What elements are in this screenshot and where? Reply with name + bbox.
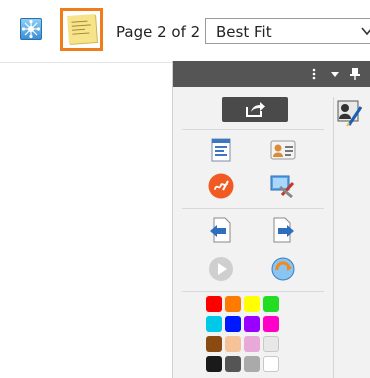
network-node-icon[interactable]	[20, 18, 42, 40]
more-vertical-icon[interactable]	[308, 67, 320, 81]
sticky-note-graphic	[67, 14, 97, 44]
divider	[182, 291, 324, 292]
page-indicator: Page 2 of 2	[116, 23, 201, 41]
sticky-note-icon[interactable]	[60, 8, 103, 51]
color-swatch[interactable]	[263, 356, 279, 372]
signer-icon[interactable]	[336, 99, 364, 127]
refresh-icon[interactable]	[270, 256, 296, 282]
dropdown-arrow-icon[interactable]	[329, 67, 341, 81]
share-export-icon	[246, 102, 265, 117]
color-swatch[interactable]	[244, 316, 260, 332]
color-swatch[interactable]	[206, 336, 222, 352]
next-page-icon[interactable]	[270, 217, 296, 243]
pin-icon[interactable]	[349, 67, 361, 81]
tool-panel	[172, 61, 370, 378]
share-button[interactable]	[222, 97, 288, 122]
color-swatch[interactable]	[263, 316, 279, 332]
zoom-select[interactable]: Best Fit	[205, 18, 370, 44]
color-swatch[interactable]	[206, 316, 222, 332]
signature-icon[interactable]	[208, 173, 234, 199]
color-swatch[interactable]	[206, 296, 222, 312]
color-swatch[interactable]	[206, 356, 222, 372]
color-swatch[interactable]	[225, 296, 241, 312]
color-swatch[interactable]	[244, 356, 260, 372]
divider	[182, 129, 324, 130]
color-swatch[interactable]	[263, 296, 279, 312]
chevron-down-icon	[361, 27, 370, 36]
column-divider	[333, 97, 334, 378]
contact-card-icon[interactable]	[270, 137, 296, 163]
color-swatch[interactable]	[263, 336, 279, 352]
color-swatch[interactable]	[244, 296, 260, 312]
color-swatch[interactable]	[225, 336, 241, 352]
color-swatch[interactable]	[225, 316, 241, 332]
settings-tools-icon[interactable]	[270, 173, 296, 199]
play-icon[interactable]	[208, 256, 234, 282]
toolbar: Page 2 of 2 Best Fit	[0, 0, 370, 63]
panel-header	[173, 61, 370, 87]
form-fields-icon[interactable]	[208, 137, 234, 163]
zoom-select-value: Best Fit	[216, 23, 272, 41]
color-swatch[interactable]	[244, 336, 260, 352]
color-swatch[interactable]	[225, 356, 241, 372]
divider	[182, 208, 324, 209]
previous-page-icon[interactable]	[208, 217, 234, 243]
